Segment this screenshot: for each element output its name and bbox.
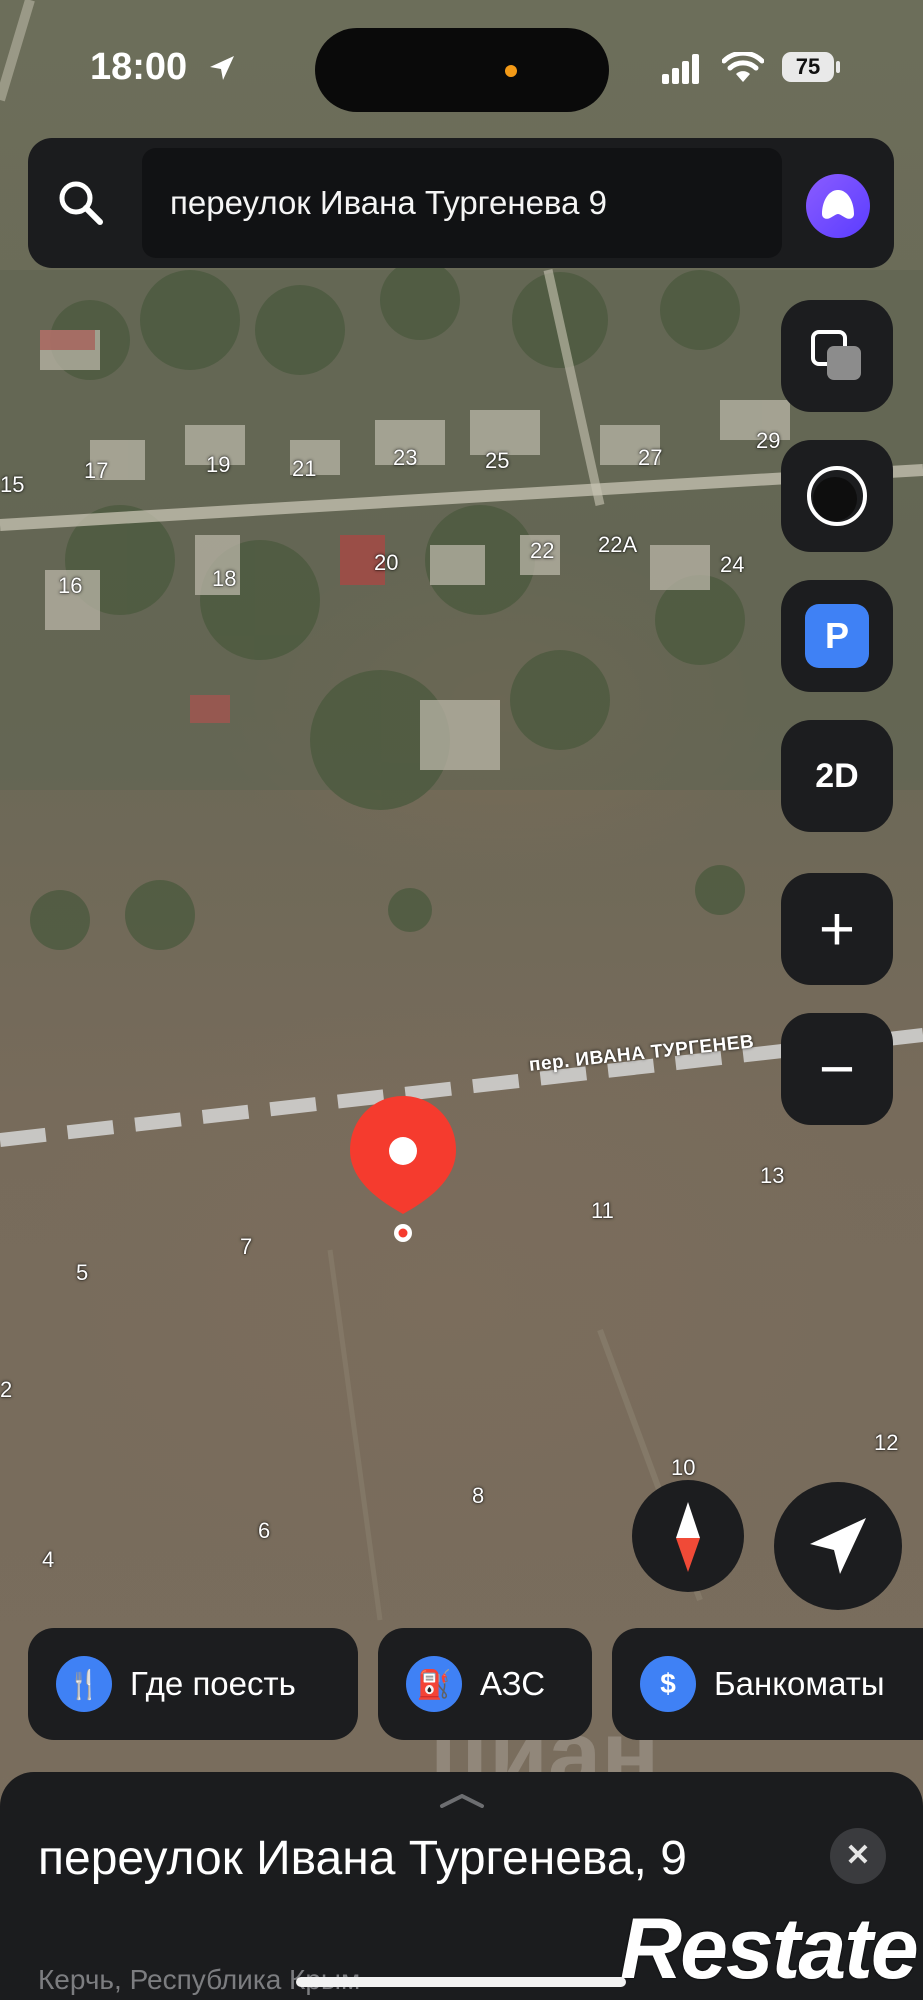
house-number[interactable]: 27 <box>638 445 662 471</box>
house-number[interactable]: 20 <box>374 550 398 576</box>
house-number[interactable]: 5 <box>76 1260 88 1286</box>
house-number[interactable]: 23 <box>393 445 417 471</box>
navigation-arrow-icon <box>810 1518 866 1574</box>
dynamic-island <box>315 28 609 112</box>
fork-knife-icon: 🍴 <box>56 1656 112 1712</box>
category-chip-atm[interactable]: $ Банкоматы <box>612 1628 923 1740</box>
cellular-signal-icon <box>662 54 699 84</box>
chip-label: АЗС <box>480 1665 546 1702</box>
close-button[interactable]: ✕ <box>830 1828 886 1884</box>
battery-nub <box>836 61 840 73</box>
house-number[interactable]: 10 <box>671 1455 695 1481</box>
house-number[interactable]: 2 <box>0 1377 12 1403</box>
house-number[interactable]: 18 <box>212 566 236 592</box>
house-number[interactable]: 12 <box>874 1430 898 1456</box>
chip-label: Банкоматы <box>714 1665 885 1702</box>
compass-button[interactable] <box>632 1480 744 1592</box>
house-number[interactable]: 7 <box>240 1234 252 1260</box>
parking-icon: P <box>805 604 869 668</box>
my-location-button[interactable] <box>774 1482 902 1610</box>
house-number[interactable]: 29 <box>756 428 780 454</box>
house-number[interactable]: 21 <box>292 456 316 482</box>
status-bar: 18:00 75 <box>0 0 923 130</box>
house-number[interactable]: 22А <box>598 532 637 558</box>
place-title: переулок Ивана Тургенева, 9 <box>38 1832 687 1885</box>
house-number[interactable]: 16 <box>58 573 82 599</box>
house-number[interactable]: 17 <box>84 458 108 484</box>
house-number[interactable]: 25 <box>485 448 509 474</box>
zoom-out-button[interactable]: − <box>781 1013 893 1125</box>
house-number[interactable]: 24 <box>720 552 744 578</box>
house-number[interactable]: 13 <box>760 1163 784 1189</box>
search-input[interactable]: переулок Ивана Тургенева 9 <box>142 148 782 258</box>
location-pin-icon[interactable] <box>348 1096 458 1246</box>
house-number[interactable]: 15 <box>0 472 24 498</box>
location-arrow-icon <box>210 56 234 80</box>
alice-assistant-icon[interactable] <box>806 174 870 238</box>
restate-watermark: Restate <box>620 1901 919 1997</box>
category-chip-food[interactable]: 🍴 Где поесть <box>28 1628 358 1740</box>
status-time: 18:00 <box>90 46 188 88</box>
search-icon[interactable] <box>56 178 106 228</box>
house-number[interactable]: 22 <box>530 538 554 564</box>
map-style-button[interactable] <box>781 440 893 552</box>
house-number[interactable]: 4 <box>42 1547 54 1573</box>
fuel-pump-icon: ⛽ <box>406 1656 462 1712</box>
zoom-in-button[interactable]: + <box>781 873 893 985</box>
category-chip-gas[interactable]: ⛽ АЗС <box>378 1628 592 1740</box>
wifi-icon <box>722 52 764 82</box>
dollar-icon: $ <box>640 1656 696 1712</box>
chip-label: Где поесть <box>130 1665 296 1702</box>
house-number[interactable]: 11 <box>591 1198 614 1224</box>
privacy-indicator-dot <box>505 65 517 77</box>
house-number[interactable]: 6 <box>258 1518 270 1544</box>
house-number[interactable]: 19 <box>206 452 230 478</box>
house-number[interactable]: 8 <box>472 1483 484 1509</box>
home-indicator[interactable] <box>296 1977 626 1987</box>
chevron-up-icon[interactable] <box>438 1794 486 1808</box>
parking-button[interactable]: P <box>781 580 893 692</box>
search-bar: переулок Ивана Тургенева 9 <box>28 138 894 268</box>
compass-icon <box>676 1502 700 1572</box>
battery-icon: 75 <box>782 52 834 82</box>
map-style-icon <box>807 466 867 526</box>
layers-button[interactable] <box>781 300 893 412</box>
layers-icon <box>811 330 861 380</box>
view-mode-2d-button[interactable]: 2D <box>781 720 893 832</box>
